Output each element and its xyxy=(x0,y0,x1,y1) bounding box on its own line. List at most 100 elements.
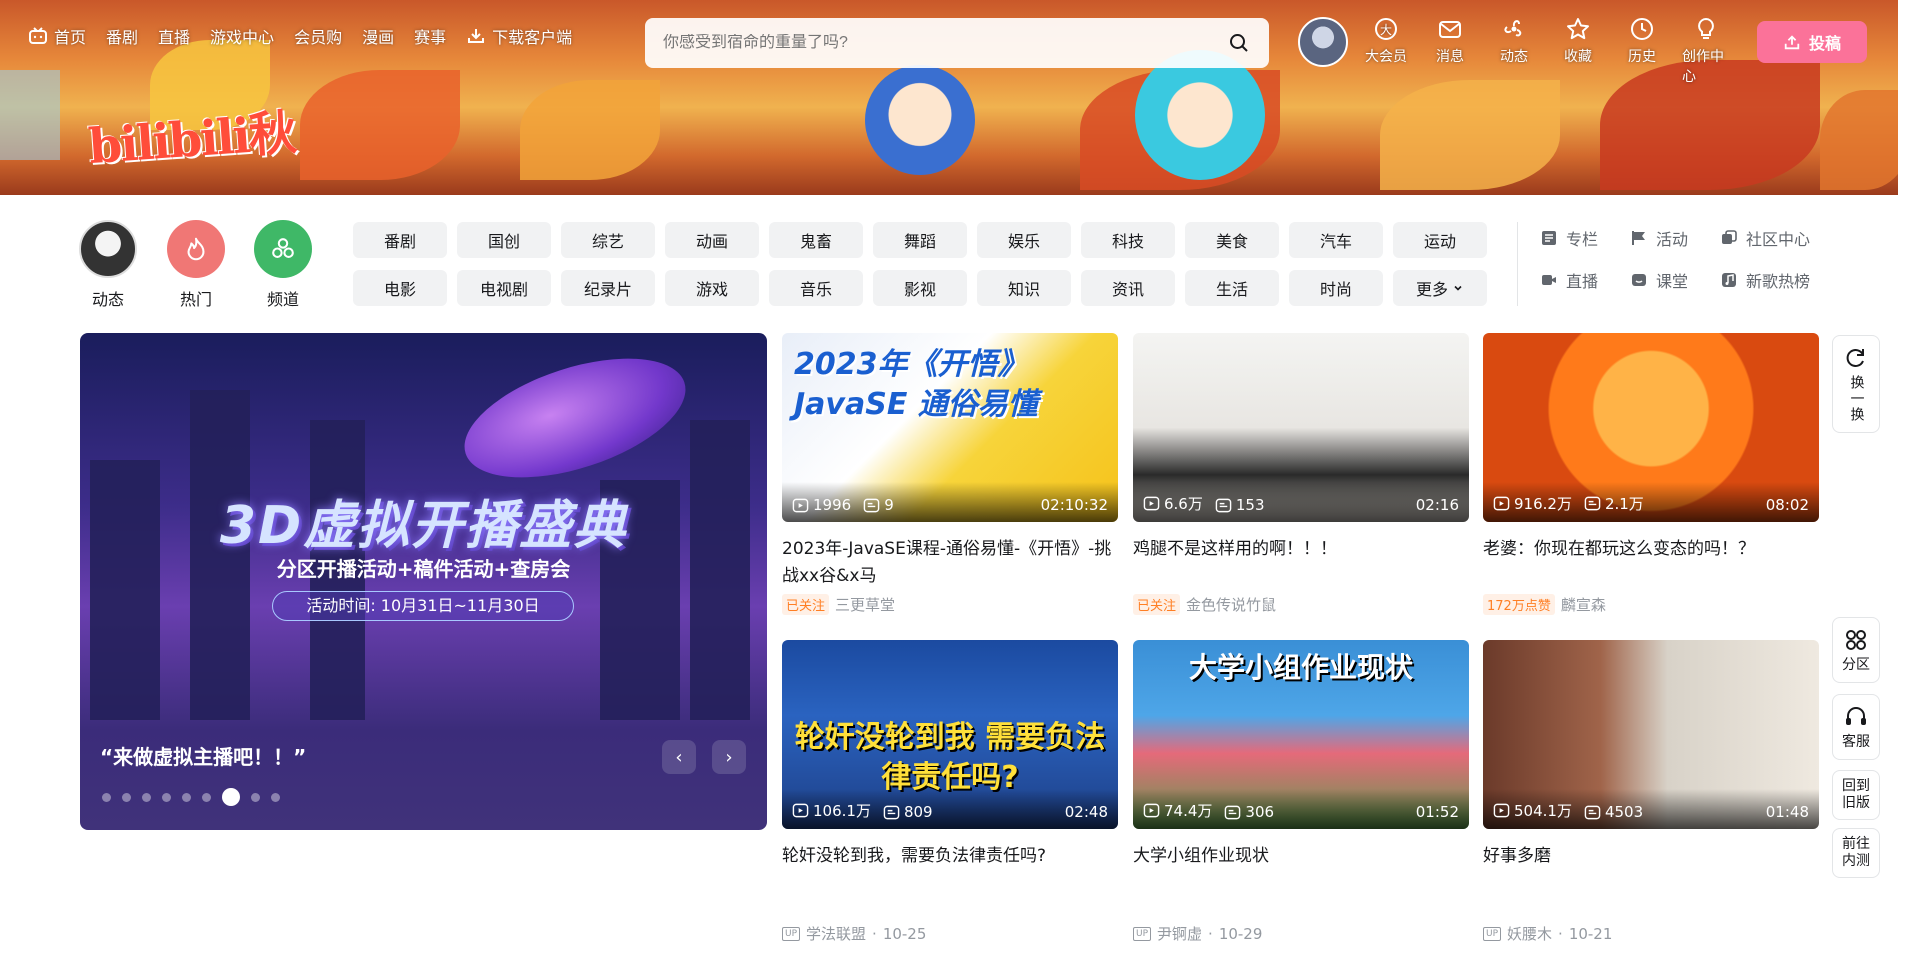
author-name[interactable]: 尹锕虚 xyxy=(1157,923,1202,944)
channel-film[interactable]: 影视 xyxy=(873,270,967,306)
channel-more[interactable]: 更多 xyxy=(1393,270,1487,306)
video-thumbnail[interactable]: 504.1万 4503 01:48 xyxy=(1483,640,1819,829)
bilibili-logo[interactable]: bilibili秋 xyxy=(86,93,297,177)
channel-knowledge[interactable]: 知识 xyxy=(977,270,1071,306)
author-name[interactable]: 麟宣森 xyxy=(1561,594,1606,615)
hot-entry[interactable]: 热门 xyxy=(167,220,225,310)
beta-label: 前往内测 xyxy=(1842,836,1870,869)
video-thumbnail[interactable]: 大学小组作业现状 74.4万 306 01:52 xyxy=(1133,640,1469,829)
channel-sports[interactable]: 运动 xyxy=(1393,222,1487,258)
video-thumbnail[interactable]: 916.2万 2.1万 08:02 xyxy=(1483,333,1819,522)
danmaku-icon xyxy=(883,805,900,819)
carousel-dot[interactable] xyxy=(222,788,240,806)
nav-messages-label: 消息 xyxy=(1436,49,1464,65)
nav-live[interactable]: 直播 xyxy=(158,24,190,48)
nav-messages[interactable]: 消息 xyxy=(1426,16,1474,86)
video-card[interactable]: 916.2万 2.1万 08:02 老婆：你现在都玩这么变态的吗！？ 172万点赞 麟宣森 xyxy=(1483,333,1819,615)
carousel-next-button[interactable]: › xyxy=(712,740,746,774)
customer-service-button[interactable]: 客服 xyxy=(1832,694,1880,760)
link-class[interactable]: 课堂 xyxy=(1630,268,1720,292)
channels-entry[interactable]: 频道 xyxy=(254,220,312,310)
channel-tech[interactable]: 科技 xyxy=(1081,222,1175,258)
nav-download-client[interactable]: 下载客户端 xyxy=(466,24,572,48)
carousel-dot[interactable] xyxy=(122,792,131,802)
link-new-songs[interactable]: 新歌热榜 xyxy=(1720,268,1830,292)
link-column[interactable]: 专栏 xyxy=(1540,226,1630,250)
video-card[interactable]: 轮奸没轮到我 需要负法律责任吗? 106.1万 809 02:48 轮奸没轮到我，需要负… xyxy=(782,640,1118,944)
channel-food[interactable]: 美食 xyxy=(1185,222,1279,258)
link-community[interactable]: 社区中心 xyxy=(1720,226,1830,250)
channel-documentary[interactable]: 纪录片 xyxy=(561,270,655,306)
nav-game-center[interactable]: 游戏中心 xyxy=(210,24,274,48)
video-thumbnail[interactable]: 6.6万 153 02:16 xyxy=(1133,333,1469,522)
author-name[interactable]: 金色传说竹鼠 xyxy=(1186,594,1276,615)
nav-home[interactable]: 首页 xyxy=(28,24,86,48)
video-card[interactable]: 504.1万 4503 01:48 好事多磨 UP 妖腰木 · 10-21 xyxy=(1483,640,1819,944)
nav-manga[interactable]: 漫画 xyxy=(362,24,394,48)
link-live[interactable]: 直播 xyxy=(1540,268,1630,292)
upload-button[interactable]: 投稿 xyxy=(1757,21,1867,63)
carousel-prev-button[interactable]: ‹ xyxy=(662,740,696,774)
carousel-caption[interactable]: “来做虚拟主播吧！！” xyxy=(100,741,306,770)
author-name[interactable]: 妖腰木 xyxy=(1507,923,1552,944)
channel-entertainment[interactable]: 娱乐 xyxy=(977,222,1071,258)
search-icon[interactable] xyxy=(1227,31,1251,55)
channel-guochuang[interactable]: 国创 xyxy=(457,222,551,258)
carousel-dot[interactable] xyxy=(251,792,260,802)
carousel-dot[interactable] xyxy=(202,792,211,802)
author-name[interactable]: 三更草堂 xyxy=(835,594,895,615)
nav-creator-center[interactable]: 创作中心 xyxy=(1682,16,1730,86)
carousel-dot[interactable] xyxy=(271,792,280,802)
channel-game[interactable]: 游戏 xyxy=(665,270,759,306)
old-version-button[interactable]: 回到旧版 xyxy=(1832,770,1880,820)
channel-dance[interactable]: 舞蹈 xyxy=(873,222,967,258)
video-thumbnail[interactable]: 2023年《开悟》JavaSE 通俗易懂 1996 9 02:10:32 xyxy=(782,333,1118,522)
nav-bangumi[interactable]: 番剧 xyxy=(106,24,138,48)
author-name[interactable]: 学法联盟 xyxy=(806,923,866,944)
nav-favorites[interactable]: 收藏 xyxy=(1554,16,1602,86)
channel-fashion[interactable]: 时尚 xyxy=(1289,270,1383,306)
dynamic-entry[interactable]: 动态 xyxy=(79,220,137,310)
carousel-dot[interactable] xyxy=(102,792,111,802)
channel-news[interactable]: 资讯 xyxy=(1081,270,1175,306)
side-links: 专栏 活动 社区中心 直播 课堂 新歌热榜 xyxy=(1540,226,1830,292)
carousel-subtitle: 分区开播活动+稿件活动+查房会 xyxy=(276,557,571,581)
carousel-dot[interactable] xyxy=(182,792,191,802)
channel-movie[interactable]: 电影 xyxy=(353,270,447,306)
video-card[interactable]: 6.6万 153 02:16 鸡腿不是这样用的啊！！！ 已关注 金色传说竹鼠 xyxy=(1133,333,1469,615)
channel-animation[interactable]: 动画 xyxy=(665,222,759,258)
video-card[interactable]: 2023年《开悟》JavaSE 通俗易懂 1996 9 02:10:32 2023年-J… xyxy=(782,333,1118,615)
user-avatar[interactable] xyxy=(1298,17,1348,67)
video-title[interactable]: 轮奸没轮到我，需要负法律责任吗? xyxy=(782,843,1118,897)
channel-variety[interactable]: 综艺 xyxy=(561,222,655,258)
video-thumbnail[interactable]: 轮奸没轮到我 需要负法律责任吗? 106.1万 809 02:48 xyxy=(782,640,1118,829)
nav-history[interactable]: 历史 xyxy=(1618,16,1666,86)
carousel-dot[interactable] xyxy=(162,792,171,802)
video-title[interactable]: 鸡腿不是这样用的啊！！！ xyxy=(1133,536,1469,590)
old-version-label: 回到旧版 xyxy=(1842,778,1870,811)
channel-kichiku[interactable]: 鬼畜 xyxy=(769,222,863,258)
channel-bangumi[interactable]: 番剧 xyxy=(353,222,447,258)
video-title[interactable]: 老婆：你现在都玩这么变态的吗！？ xyxy=(1483,536,1819,590)
video-title[interactable]: 2023年-JavaSE课程-通俗易懂-《开悟》-挑战xx谷&x马 xyxy=(782,536,1118,590)
channel-car[interactable]: 汽车 xyxy=(1289,222,1383,258)
grid-icon xyxy=(1846,629,1866,650)
channel-music[interactable]: 音乐 xyxy=(769,270,863,306)
nav-vip[interactable]: 大 大会员 xyxy=(1362,16,1410,86)
nav-esports[interactable]: 赛事 xyxy=(414,24,446,48)
nav-dynamic[interactable]: 动态 xyxy=(1490,16,1538,86)
link-activity[interactable]: 活动 xyxy=(1630,226,1720,250)
video-title[interactable]: 好事多磨 xyxy=(1483,843,1819,897)
channel-life[interactable]: 生活 xyxy=(1185,270,1279,306)
banner-carousel[interactable]: 3D虚拟开播盛典 分区开播活动+稿件活动+查房会 活动时间: 10月31日~11… xyxy=(80,333,767,830)
refresh-button[interactable]: 换一换 xyxy=(1832,335,1880,433)
video-card[interactable]: 大学小组作业现状 74.4万 306 01:52 大学小组作业现状 UP 尹锕虚 · 10-29 xyxy=(1133,640,1469,944)
beta-button[interactable]: 前往内测 xyxy=(1832,828,1880,878)
search-input[interactable] xyxy=(663,34,1227,52)
video-title[interactable]: 大学小组作业现状 xyxy=(1133,843,1469,897)
channel-tv[interactable]: 电视剧 xyxy=(457,270,551,306)
zone-button[interactable]: 分区 xyxy=(1832,617,1880,683)
headset-icon xyxy=(1846,706,1866,725)
carousel-dot[interactable] xyxy=(142,792,151,802)
nav-mall[interactable]: 会员购 xyxy=(294,24,342,48)
